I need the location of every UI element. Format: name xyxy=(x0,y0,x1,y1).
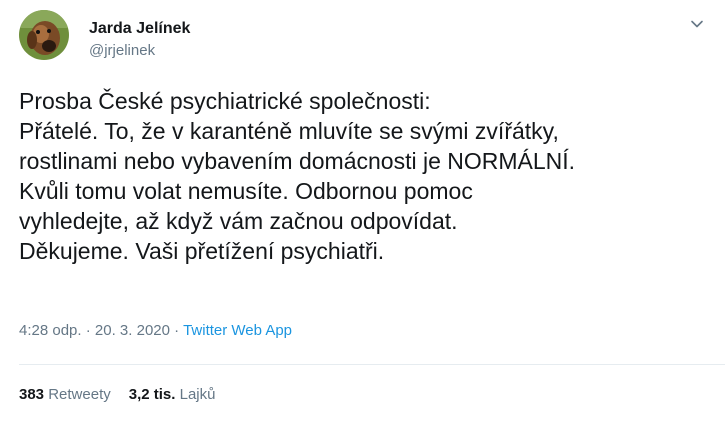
tweet-date[interactable]: 20. 3. 2020 xyxy=(95,322,170,339)
tweet-text-line: Prosba České psychiatrické společnosti: xyxy=(19,88,431,114)
author-handle[interactable]: @jrjelinek xyxy=(89,42,155,59)
tweet-text-line: vyhledejte, až když vám začnou odpovídat… xyxy=(19,208,458,234)
tweet-stats: 383 Retweety 3,2 tis. Lajků xyxy=(19,386,215,403)
likes-stat[interactable]: 3,2 tis. Lajků xyxy=(129,386,216,403)
tweet-text-line: Děkujeme. Vaši přetížení psychiatři. xyxy=(19,238,385,264)
chevron-down-icon[interactable] xyxy=(690,17,704,31)
divider xyxy=(19,364,725,365)
tweet-text-line: Kvůli tomu volat nemusíte. Odbornou pomo… xyxy=(19,178,473,204)
tweet-meta: 4:28 odp. · 20. 3. 2020 · Twitter Web Ap… xyxy=(19,322,292,339)
dog-photo-avatar-icon xyxy=(19,10,69,60)
retweets-stat[interactable]: 383 Retweety xyxy=(19,386,111,403)
meta-separator: · xyxy=(85,322,91,339)
likes-label: Lajků xyxy=(179,386,216,403)
retweets-count: 383 xyxy=(19,386,45,403)
avatar[interactable] xyxy=(19,10,69,60)
tweet-card: Jarda Jelínek @jrjelinek Prosba České ps… xyxy=(0,0,725,421)
retweets-label: Retweety xyxy=(48,386,111,403)
author-display-name[interactable]: Jarda Jelínek xyxy=(89,20,190,38)
tweet-text-line: Přátelé. To, že v karanténě mluvíte se s… xyxy=(19,118,559,144)
tweet-source-link[interactable]: Twitter Web App xyxy=(183,322,292,339)
likes-count: 3,2 tis. xyxy=(128,386,176,403)
tweet-text-line: rostlinami nebo vybavením domácnosti je … xyxy=(19,148,576,174)
meta-separator: · xyxy=(174,322,180,339)
tweet-time[interactable]: 4:28 odp. xyxy=(19,322,82,339)
tweet-text: Prosba České psychiatrické společnosti: … xyxy=(19,86,709,266)
